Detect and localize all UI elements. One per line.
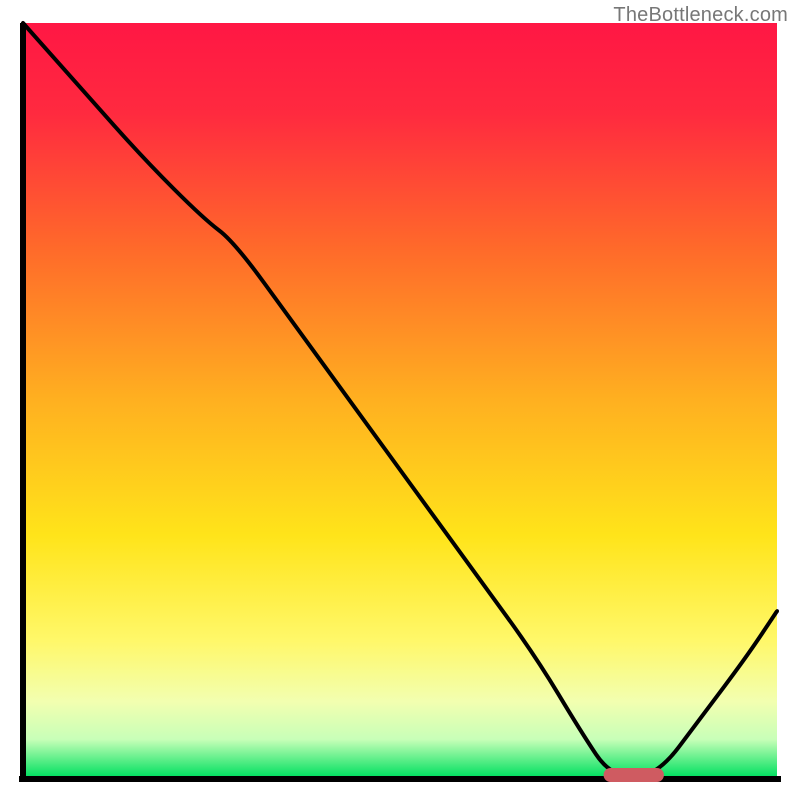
watermark-text: TheBottleneck.com	[613, 4, 788, 27]
chart-root: TheBottleneck.com	[0, 0, 800, 800]
sweet-spot-marker	[604, 768, 664, 782]
plot-background	[23, 23, 777, 777]
chart-svg	[0, 0, 800, 800]
